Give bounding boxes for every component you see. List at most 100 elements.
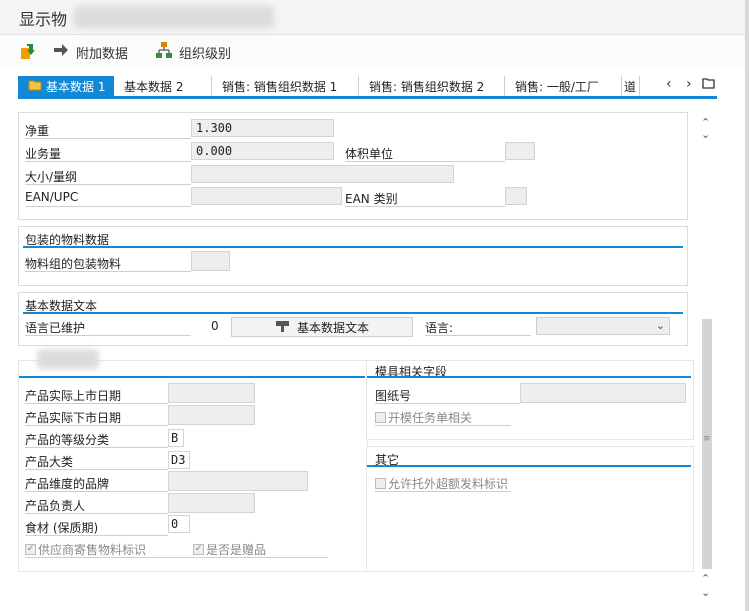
size-field[interactable] — [191, 165, 454, 183]
toolbar: 附加数据 组织级别 — [0, 35, 749, 67]
tab-underline — [18, 96, 717, 99]
volume-label: 业务量 — [25, 147, 62, 161]
tab-more[interactable]: 道 — [622, 76, 640, 96]
consignment-checkbox[interactable]: ✓ 供应商寄售物料标识 — [25, 541, 146, 558]
overdelivery-underline — [375, 491, 511, 492]
tab-strip: 基本数据 1 基本数据 2 销售: 销售组织数据 1 销售: 销售组织数据 2 … — [18, 76, 640, 98]
basic-text-title-line — [23, 312, 683, 314]
packaging-group: 包装的物料数据 物料组的包装物料 — [18, 226, 688, 286]
additional-data-label: 附加数据 — [76, 46, 129, 62]
basic-text-button[interactable]: 基本数据文本 — [231, 317, 413, 337]
drawing-field[interactable] — [520, 383, 686, 403]
tab-list-icon[interactable] — [702, 78, 716, 93]
packaging-group-label: 物料组的包装物料 — [25, 257, 122, 271]
scroll-up-bottom-icon[interactable]: ⌃ — [701, 572, 710, 585]
chevron-down-icon: ⌄ — [655, 319, 665, 332]
switch-icon — [18, 41, 38, 65]
ean-category-underline — [345, 206, 505, 207]
category-underline — [25, 469, 168, 470]
product-group: 产品实际上市日期 产品实际下市日期 产品的等级分类 B 产品大类 D3 产品维度… — [18, 349, 368, 572]
consignment-check-icon: ✓ — [25, 544, 36, 555]
gift-check-icon: ✓ — [193, 544, 204, 555]
ean-label: EAN/UPC — [25, 190, 79, 204]
mold-title-line — [367, 376, 691, 378]
basic-text-group: 基本数据文本 语言已维护 0 基本数据文本 语言: ⌄ — [18, 292, 688, 346]
net-weight-underline — [25, 138, 191, 139]
brand-label: 产品维度的品牌 — [25, 477, 110, 491]
title-bar: 显示物 — [0, 0, 749, 35]
switch-view-button[interactable] — [18, 41, 38, 65]
net-weight-field[interactable]: 1.300 — [191, 119, 334, 137]
arrow-right-icon — [52, 41, 70, 63]
delist-date-label: 产品实际下市日期 — [25, 411, 122, 425]
ean-category-label: EAN 类别 — [345, 192, 398, 206]
overdelivery-check-icon — [375, 478, 386, 489]
shelf-life-label: 食材 (保质期) — [25, 521, 99, 535]
packaging-group-field[interactable] — [191, 251, 230, 271]
volume-unit-underline — [345, 161, 505, 162]
vertical-scrollbar[interactable]: ⌃ ⌄ ≡ ⌃ ⌄ — [700, 116, 714, 601]
drawing-underline — [375, 403, 520, 404]
tab-basic-data-1[interactable]: 基本数据 1 — [18, 76, 114, 96]
lang-maintained-label: 语言已维护 — [25, 321, 86, 335]
tab-sales-org-2[interactable]: 销售: 销售组织数据 2 — [359, 76, 505, 96]
owner-underline — [25, 513, 168, 514]
drawing-label: 图纸号 — [375, 389, 412, 403]
scroll-down-icon[interactable]: ⌄ — [701, 128, 710, 141]
other-group: 其它 允许托外超额发料标识 — [366, 446, 694, 572]
volume-unit-field[interactable] — [505, 142, 535, 160]
owner-field[interactable] — [168, 493, 255, 513]
brand-underline — [25, 491, 168, 492]
grade-label: 产品的等级分类 — [25, 433, 110, 447]
tab-next-icon[interactable]: › — [686, 76, 692, 92]
mold-task-check-icon — [375, 412, 386, 423]
volume-unit-label: 体积单位 — [345, 147, 394, 161]
hammer-icon — [275, 319, 291, 336]
category-field[interactable]: D3 — [168, 451, 190, 469]
shelf-life-field[interactable]: 0 — [168, 515, 190, 533]
ean-field[interactable] — [191, 187, 342, 205]
content-area: 净重 1.300 业务量 0.000 体积单位 大小/量纲 EAN/UPC EA… — [14, 104, 700, 598]
language-underline — [425, 335, 531, 336]
checkbox-row-underline — [25, 557, 328, 558]
launch-date-underline — [25, 403, 168, 404]
grade-underline — [25, 447, 168, 448]
packaging-group-underline — [25, 271, 191, 272]
scroll-down-bottom-icon[interactable]: ⌄ — [701, 586, 710, 599]
tab-sales-general-plant[interactable]: 销售: 一般/工厂 — [505, 76, 622, 96]
launch-date-field[interactable] — [168, 383, 255, 403]
scroll-grip-icon: ≡ — [703, 434, 711, 444]
category-label: 产品大类 — [25, 455, 74, 469]
additional-data-button[interactable]: 附加数据 — [52, 41, 128, 63]
volume-field[interactable]: 0.000 — [191, 142, 334, 160]
ean-category-field[interactable] — [505, 187, 527, 205]
right-edge-bar — [745, 0, 749, 611]
size-underline — [25, 184, 191, 185]
org-hierarchy-icon — [155, 41, 173, 63]
grade-field[interactable]: B — [168, 429, 184, 447]
org-levels-button[interactable]: 组织级别 — [155, 41, 231, 63]
language-label: 语言: — [425, 321, 454, 335]
tab-prev-icon[interactable]: ‹ — [666, 76, 672, 92]
gift-checkbox[interactable]: ✓ 是否是赠品 — [193, 541, 266, 558]
mold-task-checkbox[interactable]: 开模任务单相关 — [375, 409, 472, 426]
window-title: 显示物 — [19, 10, 68, 29]
scroll-thumb[interactable] — [702, 319, 712, 569]
mold-task-underline — [375, 425, 511, 426]
tab-sales-org-1[interactable]: 销售: 销售组织数据 1 — [212, 76, 359, 96]
mold-group: 模具相关字段 图纸号 开模任务单相关 — [366, 360, 694, 440]
dimensions-group: 净重 1.300 业务量 0.000 体积单位 大小/量纲 EAN/UPC EA… — [18, 112, 688, 220]
product-title-redacted — [37, 349, 99, 369]
overdelivery-checkbox[interactable]: 允许托外超额发料标识 — [375, 475, 508, 492]
org-levels-label: 组织级别 — [179, 46, 232, 62]
title-redacted — [74, 6, 274, 28]
lang-maintained-underline — [25, 335, 191, 336]
delist-date-underline — [25, 425, 168, 426]
lang-count: 0 — [211, 319, 219, 333]
packaging-title-line — [23, 246, 683, 248]
language-select[interactable]: ⌄ — [536, 317, 670, 335]
delist-date-field[interactable] — [168, 405, 255, 425]
tab-basic-data-2[interactable]: 基本数据 2 — [114, 76, 212, 96]
brand-field[interactable] — [168, 471, 308, 491]
owner-label: 产品负责人 — [25, 499, 86, 513]
